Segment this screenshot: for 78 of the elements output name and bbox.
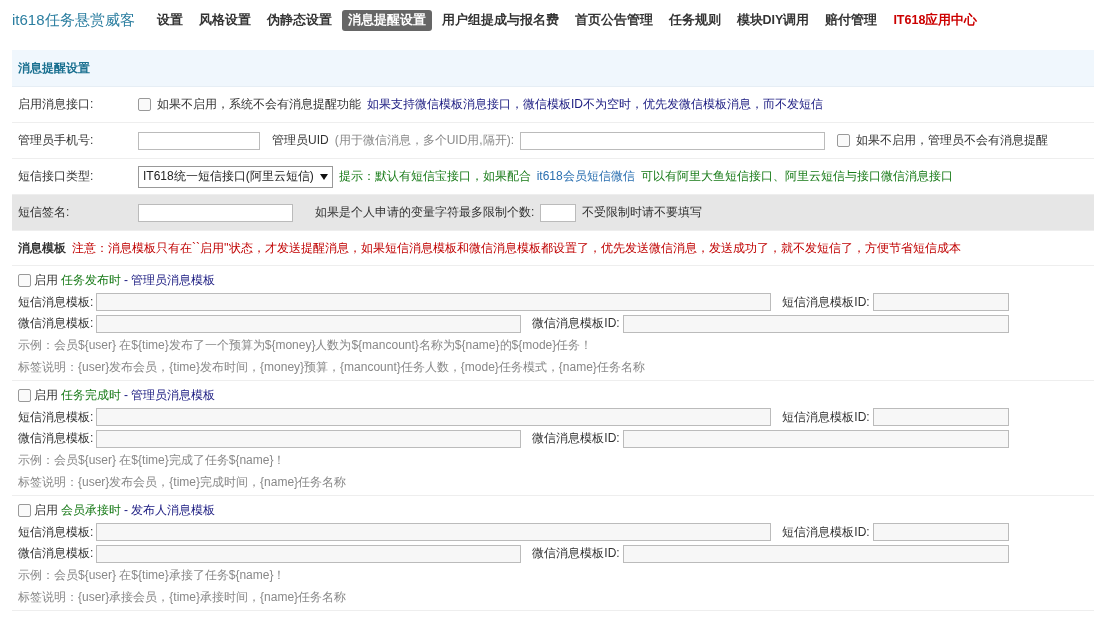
example-text: 示例：会员${user} 在${time}发布了一个预算为${money}人数为${mancount}名称为${name}的${mode}任务！ [18,337,593,355]
wechat-template-id-input[interactable] [622,429,1009,448]
field-label: 短信消息模板: [18,408,94,426]
tip-text: 可以有阿里大鱼短信接口、阿里云短信与接口微信消息接口 [640,168,953,185]
wechat-template-input[interactable] [96,429,522,448]
nav-tab[interactable]: 模块DIY调用 [730,9,816,31]
sms-type-select[interactable]: IT618统一短信接口(阿里云短信) [138,165,333,188]
phone-input[interactable] [138,131,260,150]
field-label: 微信消息模板: [18,430,94,448]
checkbox-label: 启用 [34,387,58,405]
audience-title: - 管理员消息模板 [124,272,216,290]
audience-title: - 管理员消息模板 [124,387,216,405]
dropdown-arrow-icon [319,173,328,180]
nav-tab[interactable]: IT618应用中心 [887,9,984,31]
wechat-template-input[interactable] [96,315,522,333]
field-label: 微信消息模板: [18,545,94,563]
tag-description: 标签说明：{user}发布会员，{time}完成时间，{name}任务名称 [18,473,347,491]
link[interactable]: it618会员短信微信 [536,168,635,185]
checkbox[interactable] [18,389,31,403]
field-label: 短信消息模板: [18,523,94,541]
field-label: 启用消息接口: [18,96,95,113]
nav-tab[interactable]: 首页公告管理 [568,9,659,31]
example-text: 示例：会员${user} 在${time}完成了任务${name}！ [18,452,286,470]
nav-tab[interactable]: 风格设置 [192,9,257,31]
field-label: 短信消息模板ID: [782,523,870,541]
notice-title: 消息模板 [18,239,66,257]
tip-text: 提示：默认有短信宝接口，如果配合 [338,168,531,185]
tag-description: 标签说明：{user}发布会员，{time}发布时间，{money}预算，{mancount}任务人数，{mode}任务模式，{name}任务名称 [18,358,645,376]
sms-template-id-input[interactable] [872,293,1009,312]
sms-template-id-input[interactable] [872,523,1009,542]
field-label: 短信接口类型: [18,168,95,185]
nav-tab[interactable]: 任务规则 [662,9,727,31]
notice-text: 注意：消息模板只有在``启用''状态，才发送提醒消息，如果短信消息模板和微信消息模板都设置了，优先发送微信消息，发送成功了，就不发短信了，方便节省短信成本 [72,239,961,257]
wechat-template-id-input[interactable] [622,544,1009,563]
sms-template-input[interactable] [96,293,772,312]
event-title: 任务发布时 [61,272,121,290]
section-title: 消息提醒设置 [18,59,90,77]
sms-template-input[interactable] [96,523,772,542]
nav-tab[interactable]: 消息提醒设置 [341,9,432,31]
field-label: 微信消息模板ID: [532,315,620,333]
wechat-template-input[interactable] [96,544,522,563]
checkbox[interactable] [18,274,31,288]
field-label: 管理员UID [272,132,329,149]
checkbox[interactable] [837,134,850,147]
checkbox-label: 启用 [34,272,58,290]
field-label: 管理员手机号: [18,132,95,149]
event-title: 会员承接时 [61,502,121,520]
event-title: 任务完成时 [61,387,121,405]
field-label: 微信消息模板ID: [532,545,620,563]
hint-text: 不受限制时请不要填写 [582,204,703,221]
signature-input[interactable] [138,203,293,222]
field-label: 如果是个人申请的变量字符最多限制个数: [315,204,535,221]
field-label: 短信消息模板: [18,293,94,311]
example-text: 示例：会员${user} 在${time}承接了任务${name}！ [18,567,286,584]
checkbox-label: 启用 [34,502,58,520]
hint-text: 如果不启用，管理员不会有消息提醒 [856,132,1048,149]
field-label: 微信消息模板ID: [532,430,620,448]
uid-input[interactable] [520,131,825,150]
audience-title: - 发布人消息模板 [124,502,216,520]
brand-title: it618任务悬赏威客 [12,10,135,30]
limit-input[interactable] [540,203,577,222]
hint-text: (用于微信消息，多个UID用,隔开): [334,132,514,149]
note-text: 如果支持微信模板消息接口，微信模板ID不为空时，优先发微信模板消息，而不发短信 [367,96,823,113]
sms-template-input[interactable] [96,408,772,427]
nav-tab[interactable]: 用户组提成与报名费 [435,9,565,31]
field-label: 短信签名: [18,204,71,221]
checkbox[interactable] [18,504,31,518]
nav-tab[interactable]: 赔付管理 [819,9,884,31]
nav-tab[interactable]: 设置 [150,9,189,31]
wechat-template-id-input[interactable] [622,315,1009,333]
tag-description: 标签说明：{user}承接会员，{time}承接时间，{name}任务名称 [18,588,347,606]
checkbox[interactable] [138,98,151,111]
hint-text: 如果不启用，系统不会有消息提醒功能 [157,96,361,113]
field-label: 短信消息模板ID: [782,408,870,426]
field-label: 短信消息模板ID: [782,293,870,311]
field-label: 微信消息模板: [18,315,94,333]
nav-tab[interactable]: 伪静态设置 [260,9,338,31]
sms-template-id-input[interactable] [872,408,1009,427]
